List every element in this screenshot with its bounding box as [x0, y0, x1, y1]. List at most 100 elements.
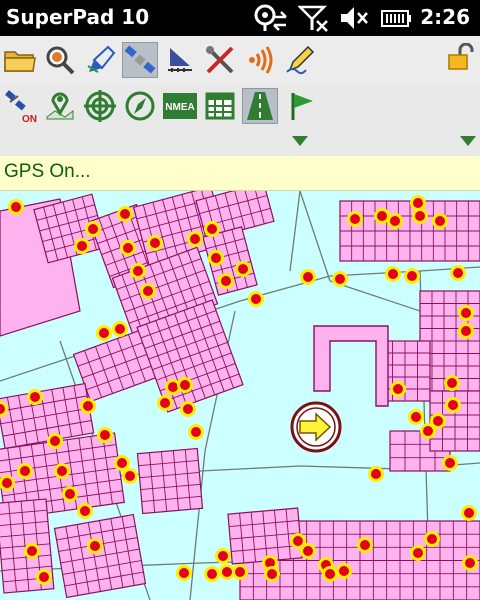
- gps-status-text: GPS On...: [4, 161, 91, 182]
- parcel: [136, 447, 204, 515]
- wireless-signal-icon[interactable]: [242, 42, 278, 78]
- survey-point-center: [339, 566, 349, 576]
- parcel-block: [339, 200, 480, 262]
- satellite-icon[interactable]: [122, 42, 158, 78]
- survey-point-center: [2, 478, 12, 488]
- survey-point-center: [39, 572, 49, 582]
- road-line: [289, 191, 301, 272]
- survey-point-center: [423, 426, 433, 436]
- road-icon[interactable]: [242, 88, 278, 124]
- survey-point-center: [179, 568, 189, 578]
- survey-point-center: [180, 380, 190, 390]
- survey-point-center: [218, 551, 228, 561]
- survey-point-center: [293, 536, 303, 546]
- survey-point-center: [377, 211, 387, 221]
- gps-on-badge: ON: [22, 114, 37, 124]
- map-pin-icon[interactable]: [42, 88, 78, 124]
- toolbar-overflow-arrow[interactable]: [460, 136, 476, 146]
- survey-instrument-icon[interactable]: [162, 42, 198, 78]
- survey-point-center: [464, 508, 474, 518]
- survey-point-center: [90, 541, 100, 551]
- survey-point-center: [117, 458, 127, 468]
- calendar-grid-icon[interactable]: [202, 88, 238, 124]
- survey-point-center: [11, 202, 21, 212]
- map-canvas[interactable]: [0, 191, 480, 600]
- survey-point-center: [448, 400, 458, 410]
- survey-point-center: [133, 266, 143, 276]
- parcel-layer: [0, 191, 480, 600]
- survey-point-center: [407, 271, 417, 281]
- survey-point-center: [411, 412, 421, 422]
- survey-point-center: [115, 324, 125, 334]
- survey-point-center: [267, 569, 277, 579]
- survey-point-center: [465, 558, 475, 568]
- survey-point-center: [160, 398, 170, 408]
- survey-point-center: [461, 308, 471, 318]
- survey-point-center: [65, 489, 75, 499]
- survey-point-center: [393, 384, 403, 394]
- map-view[interactable]: [0, 191, 480, 600]
- survey-point-center: [222, 567, 232, 577]
- compass-icon[interactable]: [122, 88, 158, 124]
- survey-point-center: [445, 458, 455, 468]
- survey-point-center: [221, 276, 231, 286]
- survey-point-center: [191, 427, 201, 437]
- survey-point-center: [453, 268, 463, 278]
- nmea-label: NMEA: [165, 102, 194, 113]
- survey-point-center: [20, 466, 30, 476]
- system-status-bar: SuperPad 10 2:26: [0, 0, 480, 36]
- survey-point-center: [30, 392, 40, 402]
- survey-point-center: [447, 378, 457, 388]
- clock: 2:26: [420, 5, 470, 29]
- gps-position-arrow-icon: [290, 401, 342, 453]
- survey-point-center: [433, 416, 443, 426]
- survey-point-center: [143, 286, 153, 296]
- gps-status-strip: GPS On...: [0, 156, 480, 191]
- survey-point-center: [360, 540, 370, 550]
- battery-icon: [378, 3, 414, 37]
- folder-icon[interactable]: [2, 42, 38, 78]
- nmea-icon[interactable]: NMEA: [162, 88, 198, 124]
- pencil-icon[interactable]: [282, 42, 318, 78]
- survey-point-center: [235, 567, 245, 577]
- survey-point-center: [461, 326, 471, 336]
- app-title: SuperPad 10: [6, 5, 150, 29]
- survey-point-center: [120, 209, 130, 219]
- satellite-on-icon[interactable]: ON: [2, 88, 38, 124]
- survey-point-center: [88, 224, 98, 234]
- survey-point-center: [168, 382, 178, 392]
- survey-point-center: [27, 546, 37, 556]
- survey-point-center: [335, 274, 345, 284]
- unlock-icon[interactable]: [442, 40, 478, 76]
- wrench-screwdriver-icon[interactable]: [202, 42, 238, 78]
- survey-point-center: [83, 401, 93, 411]
- survey-point-center: [427, 534, 437, 544]
- survey-point-center: [390, 216, 400, 226]
- survey-point-center: [211, 253, 221, 263]
- parcel-block: [53, 513, 147, 599]
- volume-muted-icon: [338, 3, 370, 37]
- survey-point-center: [238, 264, 248, 274]
- magnifier-icon[interactable]: [42, 42, 78, 78]
- flag-dropdown-arrow[interactable]: [292, 136, 308, 146]
- crosshair-target-icon[interactable]: [82, 88, 118, 124]
- survey-point-center: [435, 216, 445, 226]
- survey-point-center: [415, 211, 425, 221]
- green-flag-icon[interactable]: [284, 88, 320, 124]
- survey-point-center: [50, 436, 60, 446]
- survey-point-center: [123, 243, 133, 253]
- survey-point-center: [207, 224, 217, 234]
- survey-point-center: [150, 238, 160, 248]
- parcel-block: [227, 507, 303, 565]
- survey-point-center: [77, 241, 87, 251]
- survey-point-center: [413, 548, 423, 558]
- survey-point-center: [325, 569, 335, 579]
- survey-point-center: [251, 294, 261, 304]
- signal-off-icon: [296, 3, 330, 37]
- survey-point-center: [183, 404, 193, 414]
- draw-tool-icon[interactable]: [82, 42, 118, 78]
- survey-point-center: [125, 471, 135, 481]
- road-line: [299, 191, 331, 282]
- survey-point-center: [371, 469, 381, 479]
- survey-point-center: [100, 430, 110, 440]
